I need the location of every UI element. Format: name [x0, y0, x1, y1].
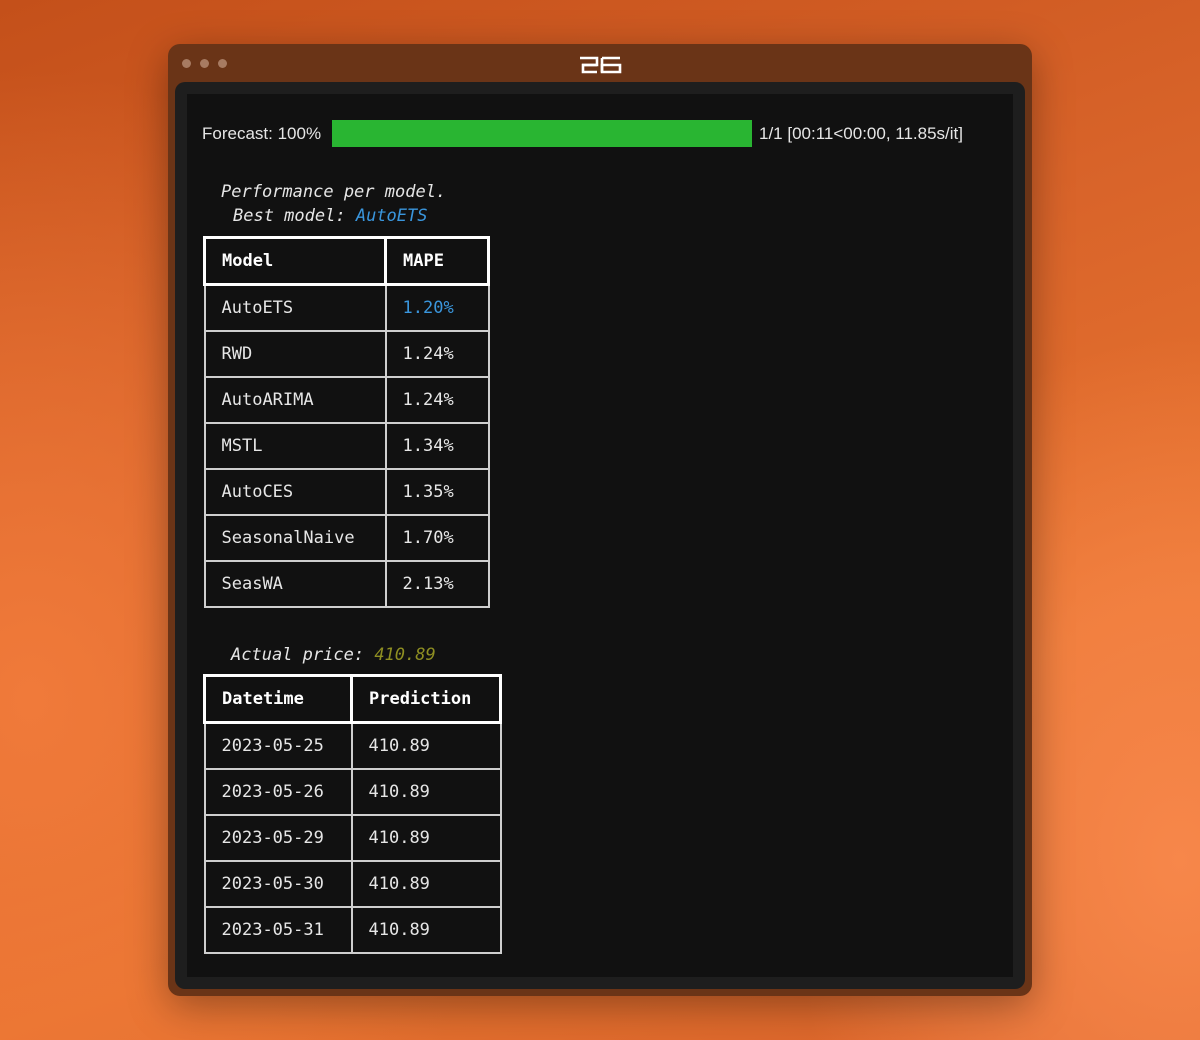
mape-cell: 2.13%	[384, 560, 490, 608]
best-model-prefix: Best model:	[233, 206, 346, 226]
window-titlebar[interactable]	[168, 44, 1032, 82]
actual-price-prefix: Actual price:	[231, 645, 365, 665]
progress-bar-fill	[332, 120, 752, 147]
datetime-cell: 2023-05-26	[203, 768, 353, 816]
model-cell: MSTL	[203, 422, 387, 470]
mape-cell: 1.34%	[384, 422, 490, 470]
mape-cell: 1.70%	[384, 514, 490, 562]
table-row: AutoCES 1.35%	[203, 468, 490, 516]
table-row: 2023-05-31 410.89	[203, 906, 502, 954]
best-model-line: Best model: AutoETS	[233, 206, 428, 226]
progress-label: Forecast: 100%	[202, 124, 322, 143]
table-header-row: Datetime Prediction	[203, 674, 502, 724]
prediction-cell: 410.89	[350, 768, 502, 816]
model-cell: AutoARIMA	[203, 376, 387, 424]
mape-cell: 1.20%	[384, 283, 490, 332]
model-performance-table: Model MAPE AutoETS 1.20% RWD 1.24% AutoA…	[203, 236, 490, 608]
model-cell: SeasonalNaive	[203, 514, 387, 562]
table-row: 2023-05-25 410.89	[203, 721, 502, 770]
column-header-model: Model	[203, 236, 387, 286]
progress-bar	[332, 120, 752, 147]
column-header-mape: MAPE	[384, 236, 490, 286]
table-row: SeasonalNaive 1.70%	[203, 514, 490, 562]
prediction-cell: 410.89	[350, 814, 502, 862]
table-row: RWD 1.24%	[203, 330, 490, 378]
datetime-cell: 2023-05-30	[203, 860, 353, 908]
mape-cell: 1.24%	[384, 330, 490, 378]
app-window: Forecast: 100% 1/1 [00:11<00:00, 11.85s/…	[168, 44, 1032, 996]
model-cell: SeasWA	[203, 560, 387, 608]
datetime-cell: 2023-05-31	[203, 906, 353, 954]
model-cell: AutoCES	[203, 468, 387, 516]
prediction-cell: 410.89	[350, 860, 502, 908]
model-cell: AutoETS	[203, 283, 387, 332]
mape-cell: 1.24%	[384, 376, 490, 424]
column-header-datetime: Datetime	[203, 674, 353, 724]
column-header-prediction: Prediction	[350, 674, 502, 724]
table-row: MSTL 1.34%	[203, 422, 490, 470]
terminal-output[interactable]: Forecast: 100% 1/1 [00:11<00:00, 11.85s/…	[187, 94, 1013, 977]
prediction-cell: 410.89	[350, 906, 502, 954]
table-row: 2023-05-29 410.89	[203, 814, 502, 862]
mape-cell: 1.35%	[384, 468, 490, 516]
table-header-row: Model MAPE	[203, 236, 490, 286]
table-row: AutoETS 1.20%	[203, 283, 490, 332]
terminal-frame: Forecast: 100% 1/1 [00:11<00:00, 11.85s/…	[175, 82, 1025, 989]
window-control-dot-icon[interactable]	[218, 59, 227, 68]
performance-title: Performance per model.	[221, 182, 447, 202]
datetime-cell: 2023-05-25	[203, 721, 353, 770]
table-row: AutoARIMA 1.24%	[203, 376, 490, 424]
window-control-dot-icon[interactable]	[200, 59, 209, 68]
progress-stats: 1/1 [00:11<00:00, 11.85s/it]	[759, 124, 963, 143]
prediction-cell: 410.89	[350, 721, 502, 770]
prediction-table: Datetime Prediction 2023-05-25 410.89 20…	[203, 674, 502, 954]
table-row: 2023-05-26 410.89	[203, 768, 502, 816]
datetime-cell: 2023-05-29	[203, 814, 353, 862]
actual-price-line: Actual price: 410.89	[231, 645, 436, 665]
table-row: 2023-05-30 410.89	[203, 860, 502, 908]
table-row: SeasWA 2.13%	[203, 560, 490, 608]
model-cell: RWD	[203, 330, 387, 378]
best-model-name: AutoETS	[355, 206, 428, 226]
forecast-progress: Forecast: 100% 1/1 [00:11<00:00, 11.85s/…	[202, 120, 1002, 148]
actual-price-value: 410.89	[374, 645, 436, 665]
app-logo-icon	[580, 56, 622, 74]
window-control-dot-icon[interactable]	[182, 59, 191, 68]
